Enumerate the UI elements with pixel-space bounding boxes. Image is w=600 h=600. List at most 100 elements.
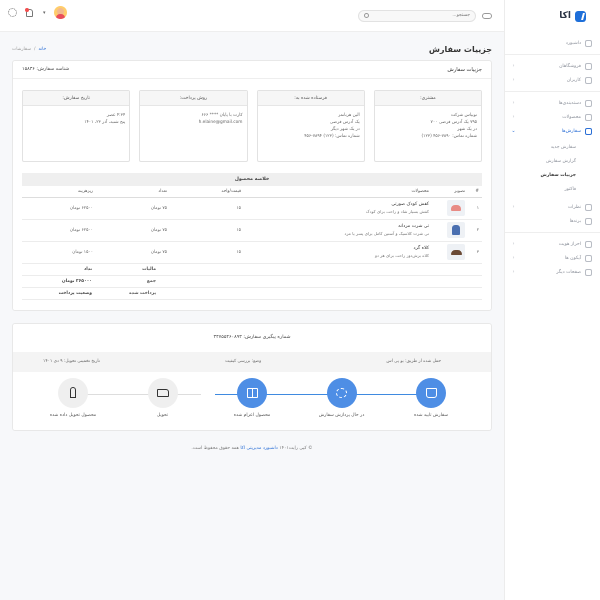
order-date-box: تاریخ سفارش: ۴:۳۴ عصر پنج شنبه، آذر ۲۳، … — [22, 90, 131, 162]
row-unit-price: ۱۵ — [170, 197, 244, 220]
row-qty: ۷۵ تومان — [96, 197, 170, 220]
sidebar-item-reviews[interactable]: نظرات ‹ — [505, 200, 600, 214]
submenu-order-report[interactable]: گزارش سفارش — [505, 154, 600, 168]
gear-icon[interactable] — [8, 8, 17, 17]
brand[interactable]: اکا — [505, 0, 600, 32]
eta: تاریخ تخمینی تحویل: ۹ دی ۱۴۰۱ — [43, 359, 100, 364]
info-line: کارت با پایان **** ۶۶۶ — [201, 113, 243, 118]
sidebar-item-other-pages[interactable]: صفحات دیگر ‹ — [505, 265, 600, 279]
table-row[interactable]: ۲ تی شرت مردانه تی شرت کلاسیک و آستین کا… — [22, 219, 482, 242]
tracking-number: شماره پیگیری سفارش: ۳۴۷۵۵۴۶۰۸۹۳ — [213, 335, 291, 340]
product-desc: کفش بسیار شاد و راحت برای کودک — [365, 209, 429, 214]
submenu-new-order[interactable]: سفارش جدید — [505, 140, 600, 154]
totals-value: وضعیت پرداخت — [58, 290, 92, 296]
order-details-card: جزییات سفارش شناسه سفارش: ۱۵۸۳۶ مشتری: ت… — [12, 60, 492, 311]
table-row[interactable]: ۱ کفش کودک صورتی کفش بسیار شاد و راحت بر… — [22, 197, 482, 220]
sidebar-item-label: برندها — [569, 218, 581, 224]
search-input[interactable] — [372, 13, 470, 18]
customer-box: مشتری: توبیاس شرکت ۷۹۵ یک آدرس فرضی ۷۰۰ … — [373, 90, 482, 162]
table-row[interactable]: ۳ کلاه گرد کلاه برش‌دوز راحت برای هر دو … — [22, 241, 482, 264]
sidebar-item-categories[interactable]: دسته‌بندی‌ها ‹ — [505, 96, 600, 110]
avatar[interactable] — [53, 6, 67, 19]
row-index: ۳ — [468, 241, 482, 264]
footer-copyright: © کپی رایت۱۴۰۱ — [279, 445, 313, 451]
order-totals: مالیات تداد جمع ۲۶۵۰۰۰ تومان پرداخت شده … — [22, 264, 482, 300]
chevron-left-icon: ‹ — [512, 77, 515, 83]
page-header: جزییات سفارش خانه / سفارشات — [12, 38, 492, 60]
info-line: الین هرنانمز — [338, 113, 360, 118]
step-delivery: تحویل — [133, 377, 193, 430]
sidebar-item-label: نظرات — [567, 204, 581, 210]
search-box[interactable] — [358, 9, 476, 22]
info-body: توبیاس شرکت ۷۹۵ یک آدرس فرضی ۷۰۰ در یک ش… — [375, 106, 481, 146]
sidebar-item-dashboard[interactable]: داشبورد — [505, 36, 600, 50]
star-icon — [585, 203, 592, 211]
sidebar-item-brands[interactable]: برندها — [505, 214, 600, 228]
sidebar-item-products[interactable]: محصولات ‹ — [505, 110, 600, 124]
order-tracking-card: شماره پیگیری سفارش: ۳۴۷۵۵۴۶۰۸۹۳ حمل شده … — [12, 322, 492, 431]
sidebar-item-label: محصولات — [562, 114, 581, 120]
sidebar-item-auth[interactable]: احراز هویت ‹ — [505, 237, 600, 251]
order-card-header: جزییات سفارش شناسه سفارش: ۱۵۸۳۶ — [13, 61, 491, 79]
chevron-down-icon[interactable]: ▾ — [43, 10, 46, 16]
column-header: محصولات — [244, 186, 432, 198]
product-name[interactable]: کلاه گرد — [247, 246, 429, 251]
chevron-left-icon: ‹ — [512, 269, 515, 275]
row-subtotal: ۱۵۰۰ تومان — [22, 241, 96, 264]
product-image — [447, 244, 465, 260]
info-line: توبیاس شرکت — [450, 113, 477, 118]
row-subtotal: ۶۲۵۰۰ تومان — [22, 197, 96, 220]
row-thumb — [432, 197, 468, 220]
tag-icon — [585, 217, 592, 225]
info-line: h.elaine@gmail.com — [198, 120, 243, 125]
payment-method-box: روش پرداخت: کارت با پایان **** ۶۶۶ h.ela… — [139, 90, 248, 162]
sidebar: اکا داشبورد فروشگاهان ‹ کاربران ‹ دسته‌ب… — [504, 0, 600, 600]
gift-icon — [246, 387, 258, 398]
sidebar-item-orders[interactable]: سفارش‌ها ⌄ — [505, 124, 600, 138]
card-title: جزییات سفارش — [447, 66, 482, 73]
breadcrumb-home[interactable]: خانه — [39, 47, 47, 52]
sidebar-item-label: آیکون ها — [564, 255, 581, 261]
totals-value: مالیات — [142, 266, 156, 272]
hat-icon — [450, 249, 462, 255]
totals-label: تداد — [84, 266, 92, 272]
sidebar-item-sellers[interactable]: فروشگاهان ‹ — [505, 59, 600, 73]
totals-row: پرداخت شده وضعیت پرداخت — [22, 288, 482, 300]
totals-value: ۲۶۵۰۰۰ تومان — [61, 278, 92, 284]
totals-label: پرداخت شده — [129, 290, 156, 296]
row-product: کلاه گرد کلاه برش‌دوز راحت برای هر دو — [244, 241, 432, 264]
product-desc: کلاه برش‌دوز راحت برای هر دو — [374, 253, 429, 258]
main-content: جزییات سفارش خانه / سفارشات جزییات سفارش… — [0, 32, 504, 600]
breadcrumb-current: سفارشات — [12, 46, 31, 52]
topbar: ▾ — [0, 0, 504, 32]
step-label: محصول تحویل داده شده — [49, 412, 97, 418]
topbar-actions: ▾ — [8, 6, 67, 19]
sidebar-item-users[interactable]: کاربران ‹ — [505, 73, 600, 87]
row-subtotal: ۶۲۵۰۰ تومان — [22, 219, 96, 242]
column-header: ریزهزینه — [22, 186, 96, 198]
sidebar-toggle-icon[interactable] — [482, 12, 492, 19]
sidebar-item-icons[interactable]: آیکون ها ‹ — [505, 251, 600, 265]
divider — [505, 232, 600, 233]
search-icon[interactable] — [364, 13, 369, 18]
product-summary: خلاصه محصول # تصویر محصولات قیمت/واحد تع… — [22, 173, 482, 300]
chevron-left-icon: ‹ — [512, 241, 515, 247]
submenu-order-details[interactable]: جزییات سفارش — [505, 168, 600, 182]
sidebar-item-label: احراز هویت — [558, 241, 581, 247]
footer-link[interactable]: داشبورد مدیریتی اکا — [240, 446, 277, 451]
submenu-invoice[interactable]: فاکتور — [505, 182, 600, 196]
chevron-left-icon: ‹ — [512, 100, 515, 106]
product-name[interactable]: کفش کودک صورتی — [247, 202, 429, 207]
product-image — [447, 222, 465, 238]
notifications-button[interactable] — [25, 7, 35, 18]
info-heading: فرستاده شده به: — [257, 91, 364, 106]
divider — [505, 54, 600, 55]
product-name[interactable]: تی شرت مردانه — [247, 224, 429, 229]
row-thumb — [432, 219, 468, 242]
store-icon — [585, 62, 592, 70]
pages-icon — [585, 268, 592, 276]
info-body: الین هرنانمز یک آدرس فرضی در یک شهر دیگر… — [258, 106, 364, 146]
info-heading: مشتری: — [374, 91, 481, 106]
footer-rights: همه حقوق محفوظ است. — [191, 445, 239, 451]
order-id: شناسه سفارش: ۱۵۸۳۶ — [22, 67, 70, 72]
